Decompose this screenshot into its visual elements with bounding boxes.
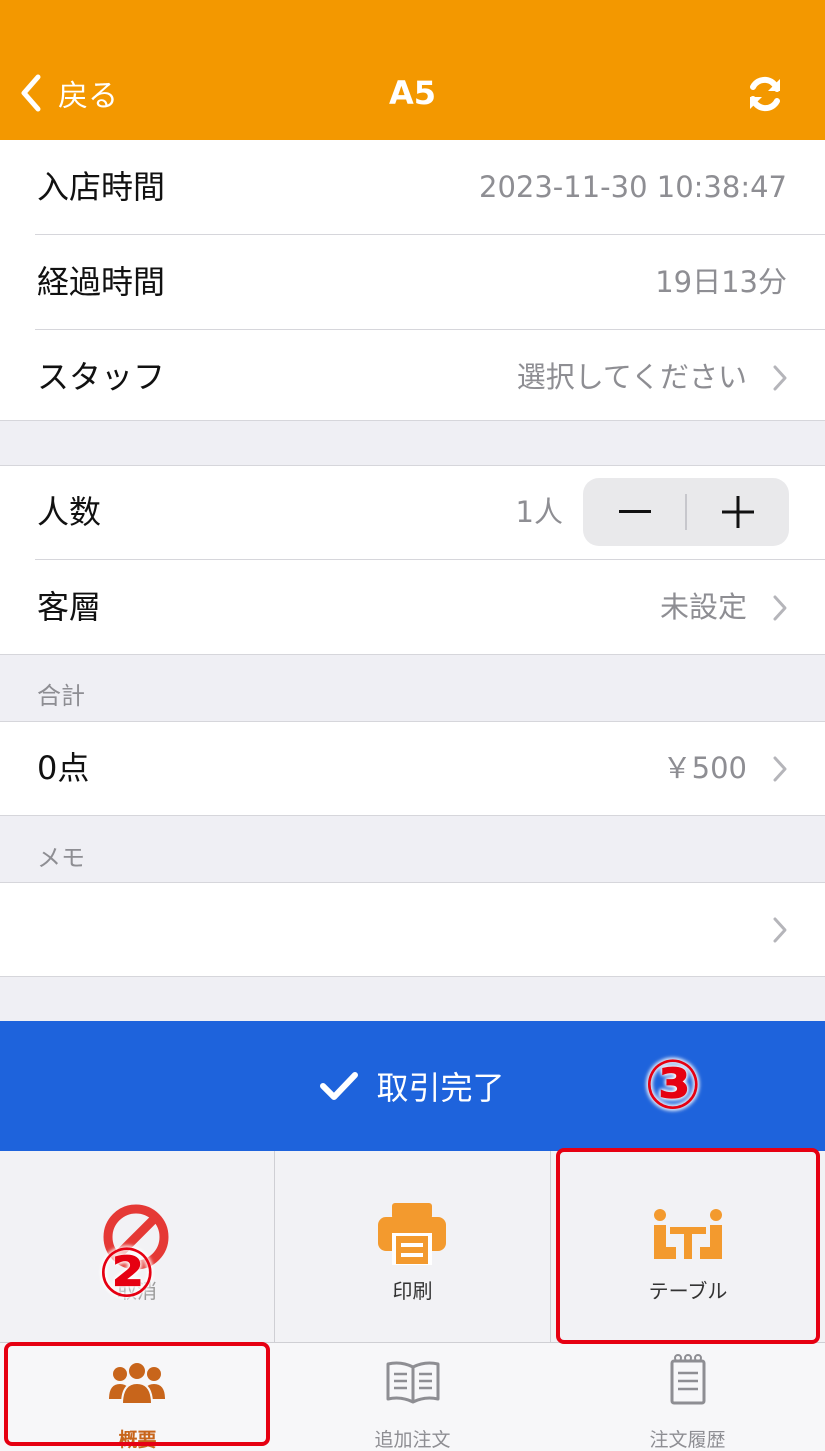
- tab-additional-order-label: 追加注文: [374, 1429, 451, 1451]
- minus-icon: [618, 510, 651, 513]
- print-action-button[interactable]: 印刷: [275, 1151, 550, 1342]
- tab-order-history-label: 注文履歴: [649, 1429, 726, 1451]
- memo-header: メモ: [37, 844, 85, 872]
- annotation-marker-2: ②: [98, 1234, 156, 1313]
- people-stepper: [583, 478, 789, 546]
- people-label: 人数: [37, 493, 102, 531]
- customer-type-label: 客層: [37, 588, 102, 626]
- print-action-label: 印刷: [392, 1279, 433, 1303]
- elapsed-time-value: 19日13分: [655, 265, 787, 299]
- page-title: A5: [388, 74, 437, 112]
- total-header: 合計: [37, 682, 85, 710]
- checkmark-icon: [320, 1072, 359, 1100]
- chevron-right-icon: [773, 595, 787, 621]
- total-amount: ￥500: [662, 751, 747, 785]
- annotation-box-overview: [4, 1342, 270, 1446]
- refresh-button[interactable]: [744, 73, 786, 115]
- complete-label: 取引完了: [376, 1069, 505, 1107]
- entry-time-row: 入店時間 2023-11-30 10:38:47: [0, 140, 825, 235]
- staff-label: スタッフ: [37, 358, 166, 396]
- total-section: 0点 ￥500: [0, 721, 825, 816]
- total-items-label: 0点: [37, 749, 90, 787]
- refresh-icon: [750, 76, 780, 112]
- customer-type-value: 未設定: [659, 590, 747, 624]
- annotation-box-table: [556, 1148, 820, 1344]
- people-value: 1人: [515, 495, 563, 529]
- increment-button[interactable]: [686, 478, 789, 546]
- receipt-icon: [670, 1354, 706, 1405]
- plus-icon: [721, 496, 754, 528]
- elapsed-time-row: 経過時間 19日13分: [0, 235, 825, 330]
- tab-additional-order[interactable]: 追加注文: [275, 1343, 550, 1451]
- guest-section: 人数 1人 客層 未設定: [0, 465, 825, 655]
- chevron-right-icon: [773, 365, 787, 391]
- decrement-button[interactable]: [583, 478, 686, 546]
- book-icon: [386, 1361, 440, 1404]
- annotation-marker-3: ③: [644, 1046, 702, 1125]
- navigation-bar: 戻る A5: [0, 0, 825, 140]
- total-row[interactable]: 0点 ￥500: [0, 721, 825, 816]
- people-row: 人数 1人: [0, 465, 825, 560]
- memo-row[interactable]: [0, 882, 825, 977]
- chevron-right-icon: [773, 756, 787, 782]
- entry-time-value: 2023-11-30 10:38:47: [479, 170, 787, 204]
- entry-time-label: 入店時間: [37, 168, 166, 206]
- printer-icon: [378, 1203, 446, 1265]
- customer-type-row[interactable]: 客層 未設定: [0, 560, 825, 655]
- chevron-right-icon: [773, 917, 787, 943]
- staff-row[interactable]: スタッフ 選択してください: [0, 330, 825, 425]
- info-section: 入店時間 2023-11-30 10:38:47 経過時間 19日13分 スタッ…: [0, 140, 825, 421]
- tab-order-history[interactable]: 注文履歴: [550, 1343, 825, 1451]
- staff-value: 選択してください: [516, 360, 747, 394]
- elapsed-time-label: 経過時間: [37, 263, 166, 301]
- memo-section: [0, 882, 825, 977]
